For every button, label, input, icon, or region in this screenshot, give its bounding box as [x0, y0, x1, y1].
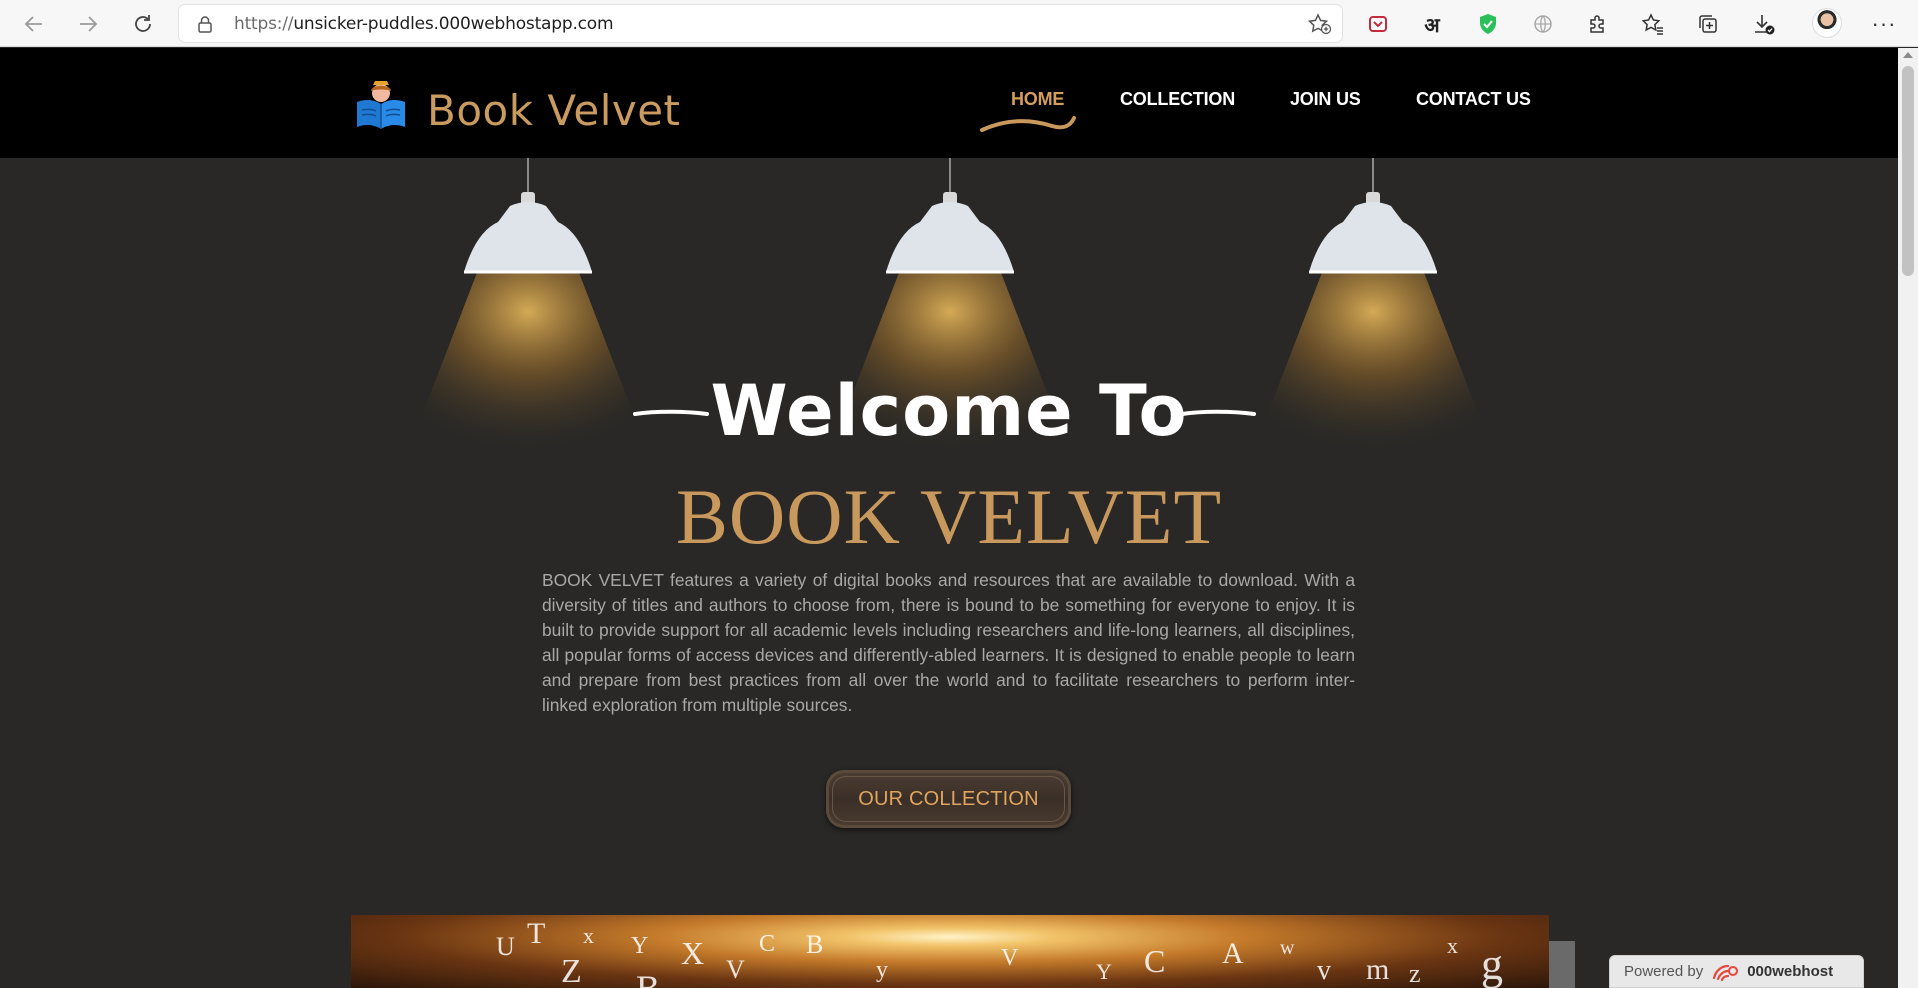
- banner-letter: Y: [1096, 959, 1112, 984]
- more-icon[interactable]: ···: [1868, 8, 1900, 40]
- extensions-icon[interactable]: [1582, 8, 1614, 40]
- banner-letter: Z: [561, 953, 582, 988]
- banner-letter: v: [1317, 955, 1331, 986]
- collections-icon[interactable]: [1692, 8, 1724, 40]
- banner-letter: x: [1447, 933, 1458, 958]
- webhost-logo-icon: [1713, 964, 1739, 981]
- banner-letter: V: [1001, 945, 1019, 971]
- letters-banner-image: U T x Y X C B V Y C A w v m z x g Z B y …: [351, 915, 1549, 988]
- avatar[interactable]: [1812, 8, 1842, 38]
- banner-letter: y: [876, 957, 888, 983]
- menu-join-us[interactable]: JOIN US: [1290, 89, 1361, 110]
- banner-letter: C: [759, 931, 776, 957]
- powered-by-brand: 000webhost: [1747, 963, 1834, 980]
- banner-letter: g: [1481, 940, 1503, 988]
- site-header: [0, 48, 1898, 158]
- our-collection-button-label: OUR COLLECTION: [858, 787, 1039, 810]
- browser-toolbar: https://unsicker-puddles.000webhostapp.c…: [0, 0, 1918, 47]
- menu-contact-us[interactable]: CONTACT US: [1416, 89, 1531, 110]
- welcome-right-dash: [1180, 409, 1256, 416]
- brand-title: BOOK VELVET: [675, 473, 1223, 560]
- favorites-icon[interactable]: [1637, 8, 1669, 40]
- globe-icon[interactable]: [1527, 8, 1559, 40]
- menu-home[interactable]: HOME: [1011, 89, 1064, 110]
- banner-letter: A: [1222, 937, 1244, 970]
- banner-letter: Y: [631, 933, 649, 959]
- back-icon[interactable]: [18, 8, 50, 40]
- banner-letter: X: [681, 935, 705, 971]
- side-image-edge: [1549, 941, 1575, 988]
- active-underline-swirl: [980, 112, 1076, 141]
- favorite-add-icon[interactable]: [1307, 13, 1332, 40]
- powered-by-badge[interactable]: Powered by 000webhost: [1609, 955, 1864, 988]
- downloads-icon[interactable]: [1748, 8, 1780, 40]
- url-text[interactable]: https://unsicker-puddles.000webhostapp.c…: [234, 14, 614, 34]
- banner-letter: w: [1280, 937, 1295, 959]
- powered-by-label: Powered by: [1624, 963, 1704, 980]
- page-scrollbar[interactable]: [1898, 48, 1918, 988]
- welcome-heading: Welcome To: [710, 370, 1188, 452]
- banner-letter: U: [496, 932, 515, 961]
- scroll-up-icon[interactable]: [1903, 52, 1913, 58]
- menu-collection[interactable]: COLLECTION: [1120, 89, 1235, 110]
- address-bar[interactable]: https://unsicker-puddles.000webhostapp.c…: [179, 5, 1342, 42]
- banner-letter: B: [636, 968, 661, 988]
- our-collection-button[interactable]: OUR COLLECTION: [826, 770, 1071, 828]
- banner-letter: T: [527, 917, 546, 950]
- banner-letter: z: [1409, 959, 1421, 988]
- lock-icon[interactable]: [197, 15, 213, 38]
- shield-icon[interactable]: [1472, 8, 1504, 40]
- forward-icon[interactable]: [72, 8, 104, 40]
- url-scheme: https://: [234, 14, 294, 34]
- scrollbar-thumb[interactable]: [1902, 66, 1914, 276]
- url-host: unsicker-puddles.000webhostapp.com: [293, 14, 614, 34]
- reader-logo-icon[interactable]: [355, 80, 407, 135]
- banner-letter: C: [1144, 943, 1166, 979]
- banner-letter: m: [1366, 953, 1390, 986]
- intro-paragraph: BOOK VELVET features a variety of digita…: [542, 570, 1355, 715]
- banner-letter: x: [583, 923, 594, 948]
- translate-icon[interactable]: अ: [1416, 8, 1448, 40]
- banner-letter: B: [806, 930, 824, 959]
- banner-letter: V: [726, 955, 745, 984]
- pocket-icon[interactable]: [1362, 8, 1394, 40]
- site-logo-text[interactable]: Book Velvet: [427, 86, 681, 135]
- reload-icon[interactable]: [127, 8, 159, 40]
